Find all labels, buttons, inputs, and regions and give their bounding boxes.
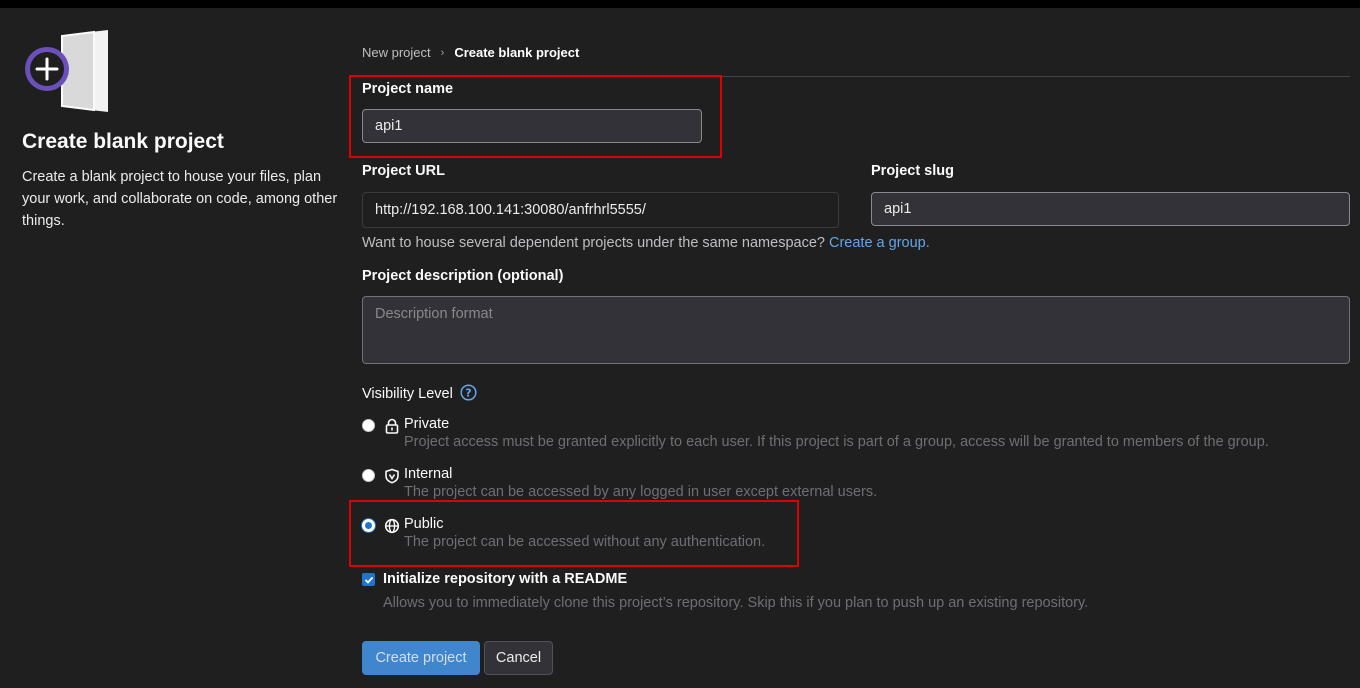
private-label: Private — [404, 416, 450, 432]
breadcrumb-current: Create blank project — [454, 45, 580, 60]
project-description-label: Project description (optional) — [362, 268, 564, 284]
shield-icon — [385, 468, 399, 484]
create-project-button[interactable]: Create project — [362, 641, 480, 675]
radio-private[interactable] — [362, 419, 375, 432]
visibility-level-label: Visibility Level ? — [362, 384, 477, 402]
namespace-help: Want to house several dependent projects… — [362, 235, 930, 251]
question-icon[interactable]: ? — [460, 384, 477, 401]
project-url-label: Project URL — [362, 163, 445, 179]
project-slug-label: Project slug — [871, 163, 954, 179]
top-bar — [0, 0, 1360, 8]
project-description-textarea[interactable]: Description format — [362, 296, 1350, 364]
highlight-box-project-name — [349, 75, 722, 158]
internal-label: Internal — [404, 466, 453, 482]
check-icon — [364, 576, 373, 584]
hero-title: Create blank project — [22, 130, 224, 153]
breadcrumb: New project › Create blank project — [362, 45, 579, 60]
create-group-link[interactable]: Create a group. — [829, 235, 930, 251]
hero-description: Create a blank project to house your fil… — [22, 169, 338, 229]
visibility-level-text: Visibility Level — [362, 386, 453, 402]
readme-checkbox[interactable] — [362, 573, 375, 586]
namespace-help-text: Want to house several dependent projects… — [362, 235, 825, 251]
lock-icon — [385, 418, 399, 434]
radio-internal[interactable] — [362, 469, 375, 482]
cancel-button[interactable]: Cancel — [484, 641, 553, 675]
internal-description: The project can be accessed by any logge… — [404, 484, 878, 500]
project-url-input[interactable]: http://192.168.100.141:30080/anfrhrl5555… — [362, 192, 839, 228]
private-description: Project access must be granted explicitl… — [404, 434, 1269, 450]
highlight-box-public — [349, 500, 799, 567]
description-placeholder: Description format — [375, 306, 493, 322]
readme-label[interactable]: Initialize repository with a README — [383, 571, 627, 587]
breadcrumb-new-project[interactable]: New project — [362, 45, 431, 60]
chevron-right-icon: › — [440, 46, 445, 59]
new-project-icon — [25, 30, 108, 112]
project-slug-value: api1 — [884, 201, 912, 217]
svg-text:?: ? — [465, 387, 471, 400]
project-slug-input[interactable]: api1 — [871, 192, 1350, 226]
readme-description: Allows you to immediately clone this pro… — [383, 595, 1089, 611]
project-url-value: http://192.168.100.141:30080/anfrhrl5555… — [375, 202, 646, 218]
